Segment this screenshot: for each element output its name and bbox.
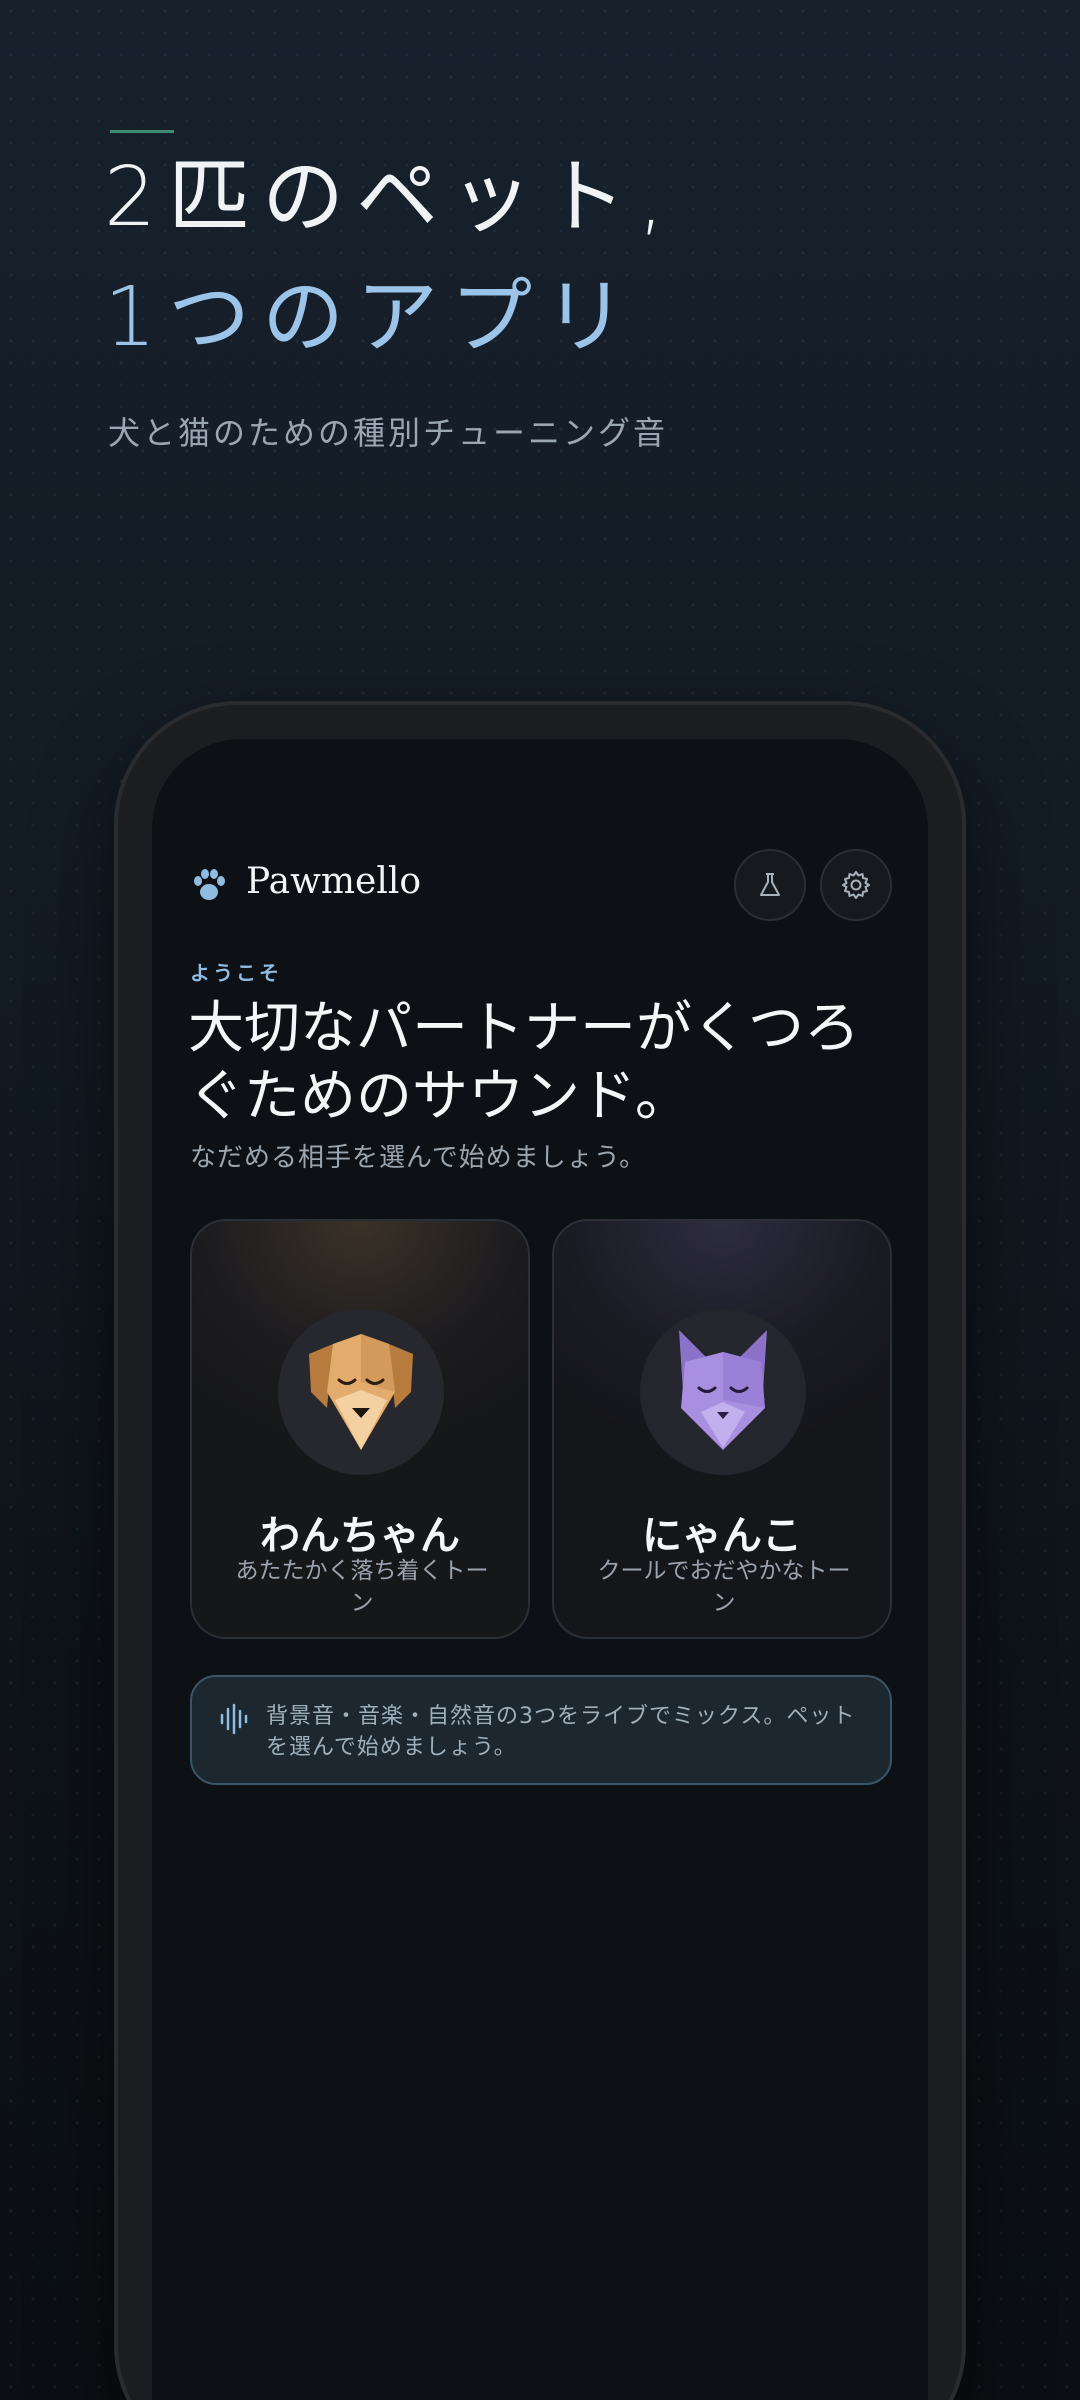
dog-avatar bbox=[278, 1309, 444, 1475]
gear-icon bbox=[842, 871, 870, 899]
paw-icon bbox=[194, 869, 225, 900]
dog-face-icon bbox=[309, 1334, 413, 1450]
pet-name-cat: にゃんこ bbox=[642, 1513, 802, 1559]
hero-title-line-2: 1つのアプリ bbox=[104, 270, 639, 365]
waveform-icon bbox=[220, 1703, 248, 1735]
flask-icon bbox=[760, 873, 780, 896]
pet-card-cat[interactable]: にゃんこ クールでおだやかなトーン bbox=[552, 1219, 892, 1639]
hero-subtitle: 犬と猫のための種別チューニング音 bbox=[108, 414, 669, 452]
app-name: Pawmello bbox=[246, 861, 422, 902]
pet-description-cat: クールでおだやかなトーン bbox=[597, 1558, 851, 1616]
info-banner-text: 背景音・音楽・自然音の3つをライブでミックス。ペットを選んで始めましょう。 bbox=[266, 1704, 856, 1760]
hero-title-line-1: 2匹のペット, bbox=[104, 150, 677, 245]
info-banner: 背景音・音楽・自然音の3つをライブでミックス。ペットを選んで始めましょう。 bbox=[190, 1675, 892, 1785]
phone-frame: Pawmello ようこそ 大切なパートナーがくつろぐためのサウンド。 なだめる… bbox=[118, 705, 962, 2400]
app-screen: Pawmello ようこそ 大切なパートナーがくつろぐためのサウンド。 なだめる… bbox=[152, 739, 928, 2400]
lab-button[interactable] bbox=[734, 849, 806, 921]
pet-description-dog: あたたかく落ち着くトーン bbox=[235, 1558, 489, 1616]
welcome-label: ようこそ bbox=[190, 961, 282, 985]
cat-face-icon bbox=[679, 1330, 767, 1450]
settings-button[interactable] bbox=[820, 849, 892, 921]
pet-name-dog: わんちゃん bbox=[260, 1513, 460, 1559]
app-header: Pawmello bbox=[190, 849, 892, 923]
cat-avatar bbox=[640, 1309, 806, 1475]
welcome-subtitle: なだめる相手を選んで始めましょう。 bbox=[190, 1143, 647, 1173]
pet-card-dog[interactable]: わんちゃん あたたかく落ち着くトーン bbox=[190, 1219, 530, 1639]
welcome-title: 大切なパートナーがくつろぐためのサウンド。 bbox=[188, 996, 860, 1129]
